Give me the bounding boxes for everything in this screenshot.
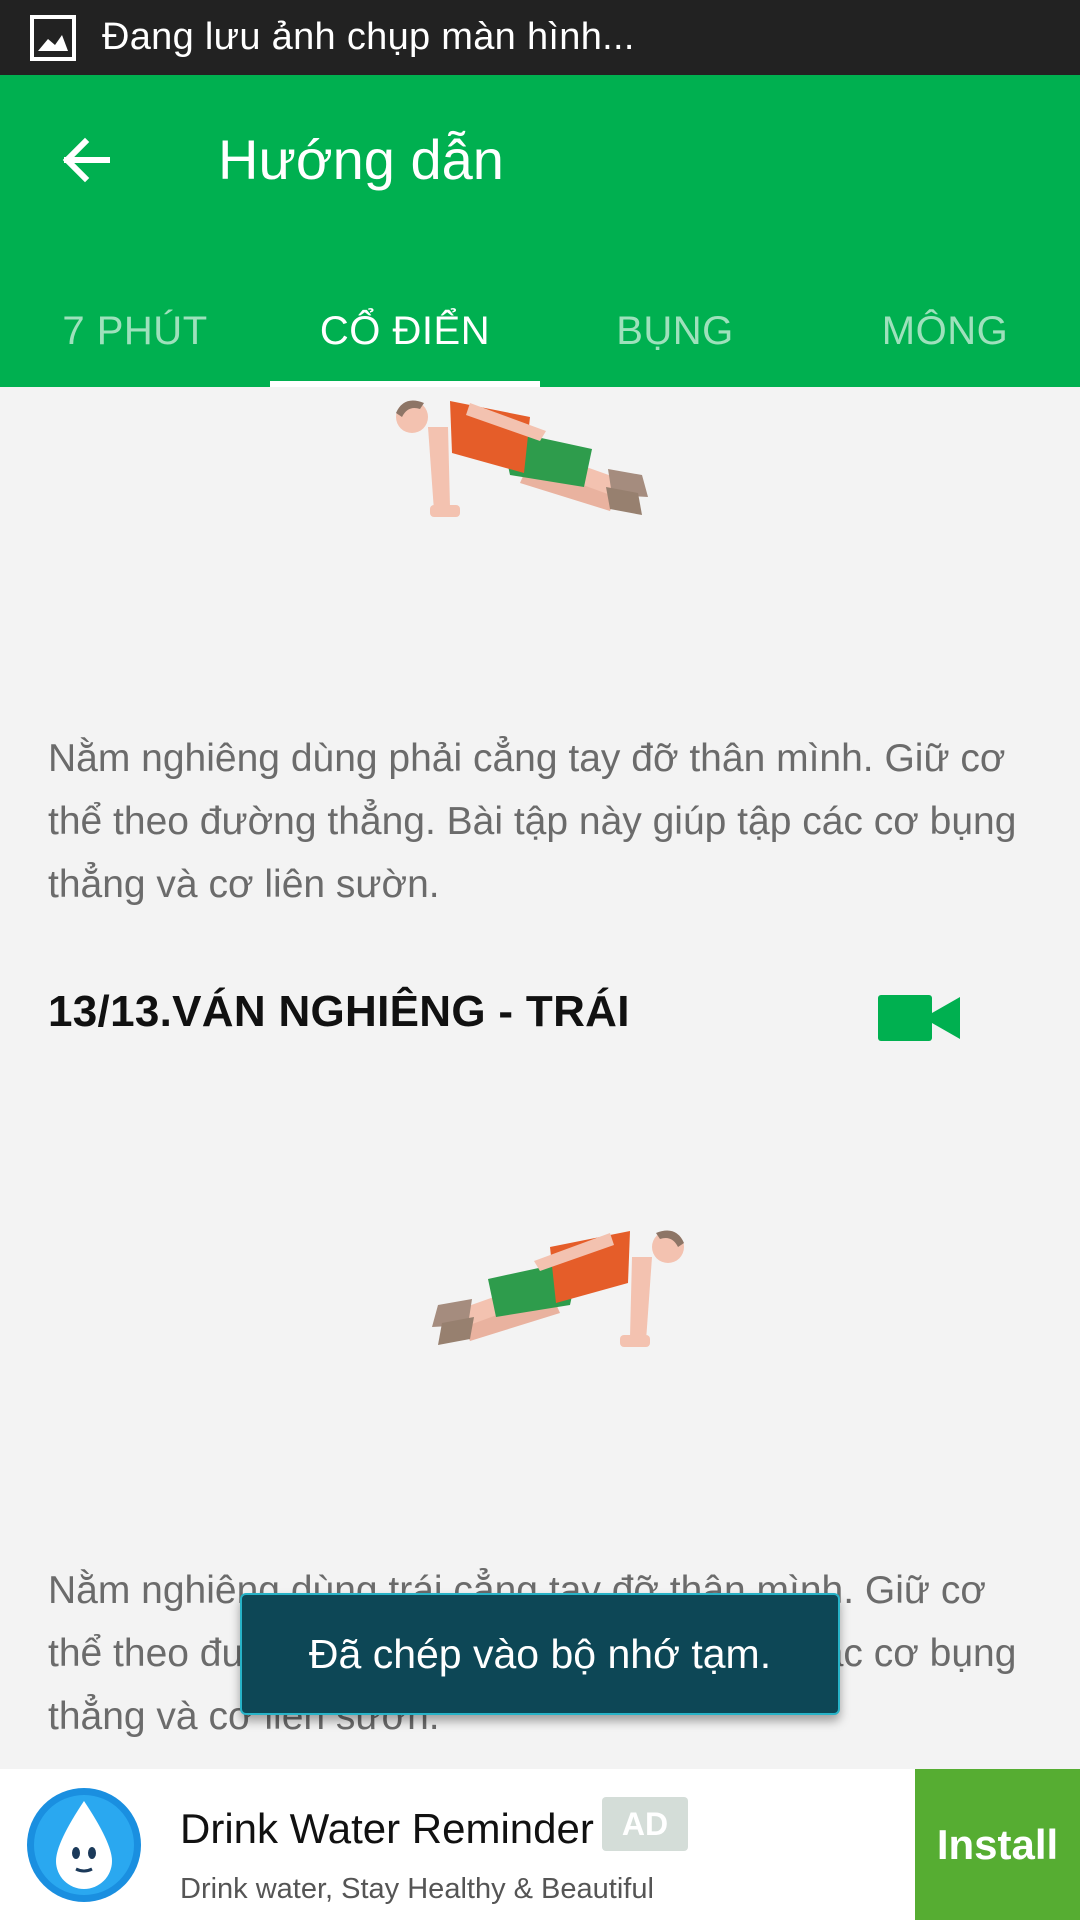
- ad-title[interactable]: Drink Water Reminder: [180, 1805, 594, 1853]
- ad-banner[interactable]: Drink Water Reminder AD Drink water, Sta…: [0, 1769, 1080, 1920]
- water-drop-app-icon[interactable]: [26, 1787, 142, 1903]
- status-text: Đang lưu ảnh chụp màn hình...: [102, 16, 635, 58]
- tab-mong[interactable]: MÔNG: [810, 275, 1080, 387]
- ad-subtitle: Drink water, Stay Healthy & Beautiful: [180, 1873, 654, 1905]
- page-title: Hướng dẫn: [218, 128, 504, 191]
- app-bar: Hướng dẫn 7 PHÚT CỔ ĐIỂN BỤNG MÔNG: [0, 75, 1080, 387]
- screenshot-icon: [30, 14, 76, 61]
- status-bar: Đang lưu ảnh chụp màn hình...: [0, 0, 1080, 75]
- video-camera-icon[interactable]: [878, 991, 960, 1045]
- exercise-title: 13/13.VÁN NGHIÊNG - TRÁI: [48, 987, 630, 1036]
- tab-7-phut[interactable]: 7 PHÚT: [0, 275, 270, 387]
- exercise-description: Nằm nghiêng dùng phải cẳng tay đỡ thân m…: [48, 737, 1017, 906]
- back-button[interactable]: [40, 115, 130, 205]
- tab-bung[interactable]: BỤNG: [540, 275, 810, 387]
- tab-bar: 7 PHÚT CỔ ĐIỂN BỤNG MÔNG: [0, 275, 1080, 387]
- arrow-left-icon: [62, 137, 110, 183]
- tab-co-dien[interactable]: CỔ ĐIỂN: [270, 275, 540, 387]
- ad-badge: AD: [602, 1797, 688, 1851]
- install-button[interactable]: Install: [915, 1769, 1080, 1920]
- exercise-list[interactable]: Nằm nghiêng dùng phải cẳng tay đỡ thân m…: [0, 387, 1080, 1769]
- exercise-illustration-left-side-plank: [432, 1230, 684, 1347]
- exercise-illustration-right-side-plank: [396, 400, 648, 517]
- toast-message: Đã chép vào bộ nhớ tạm.: [240, 1593, 840, 1715]
